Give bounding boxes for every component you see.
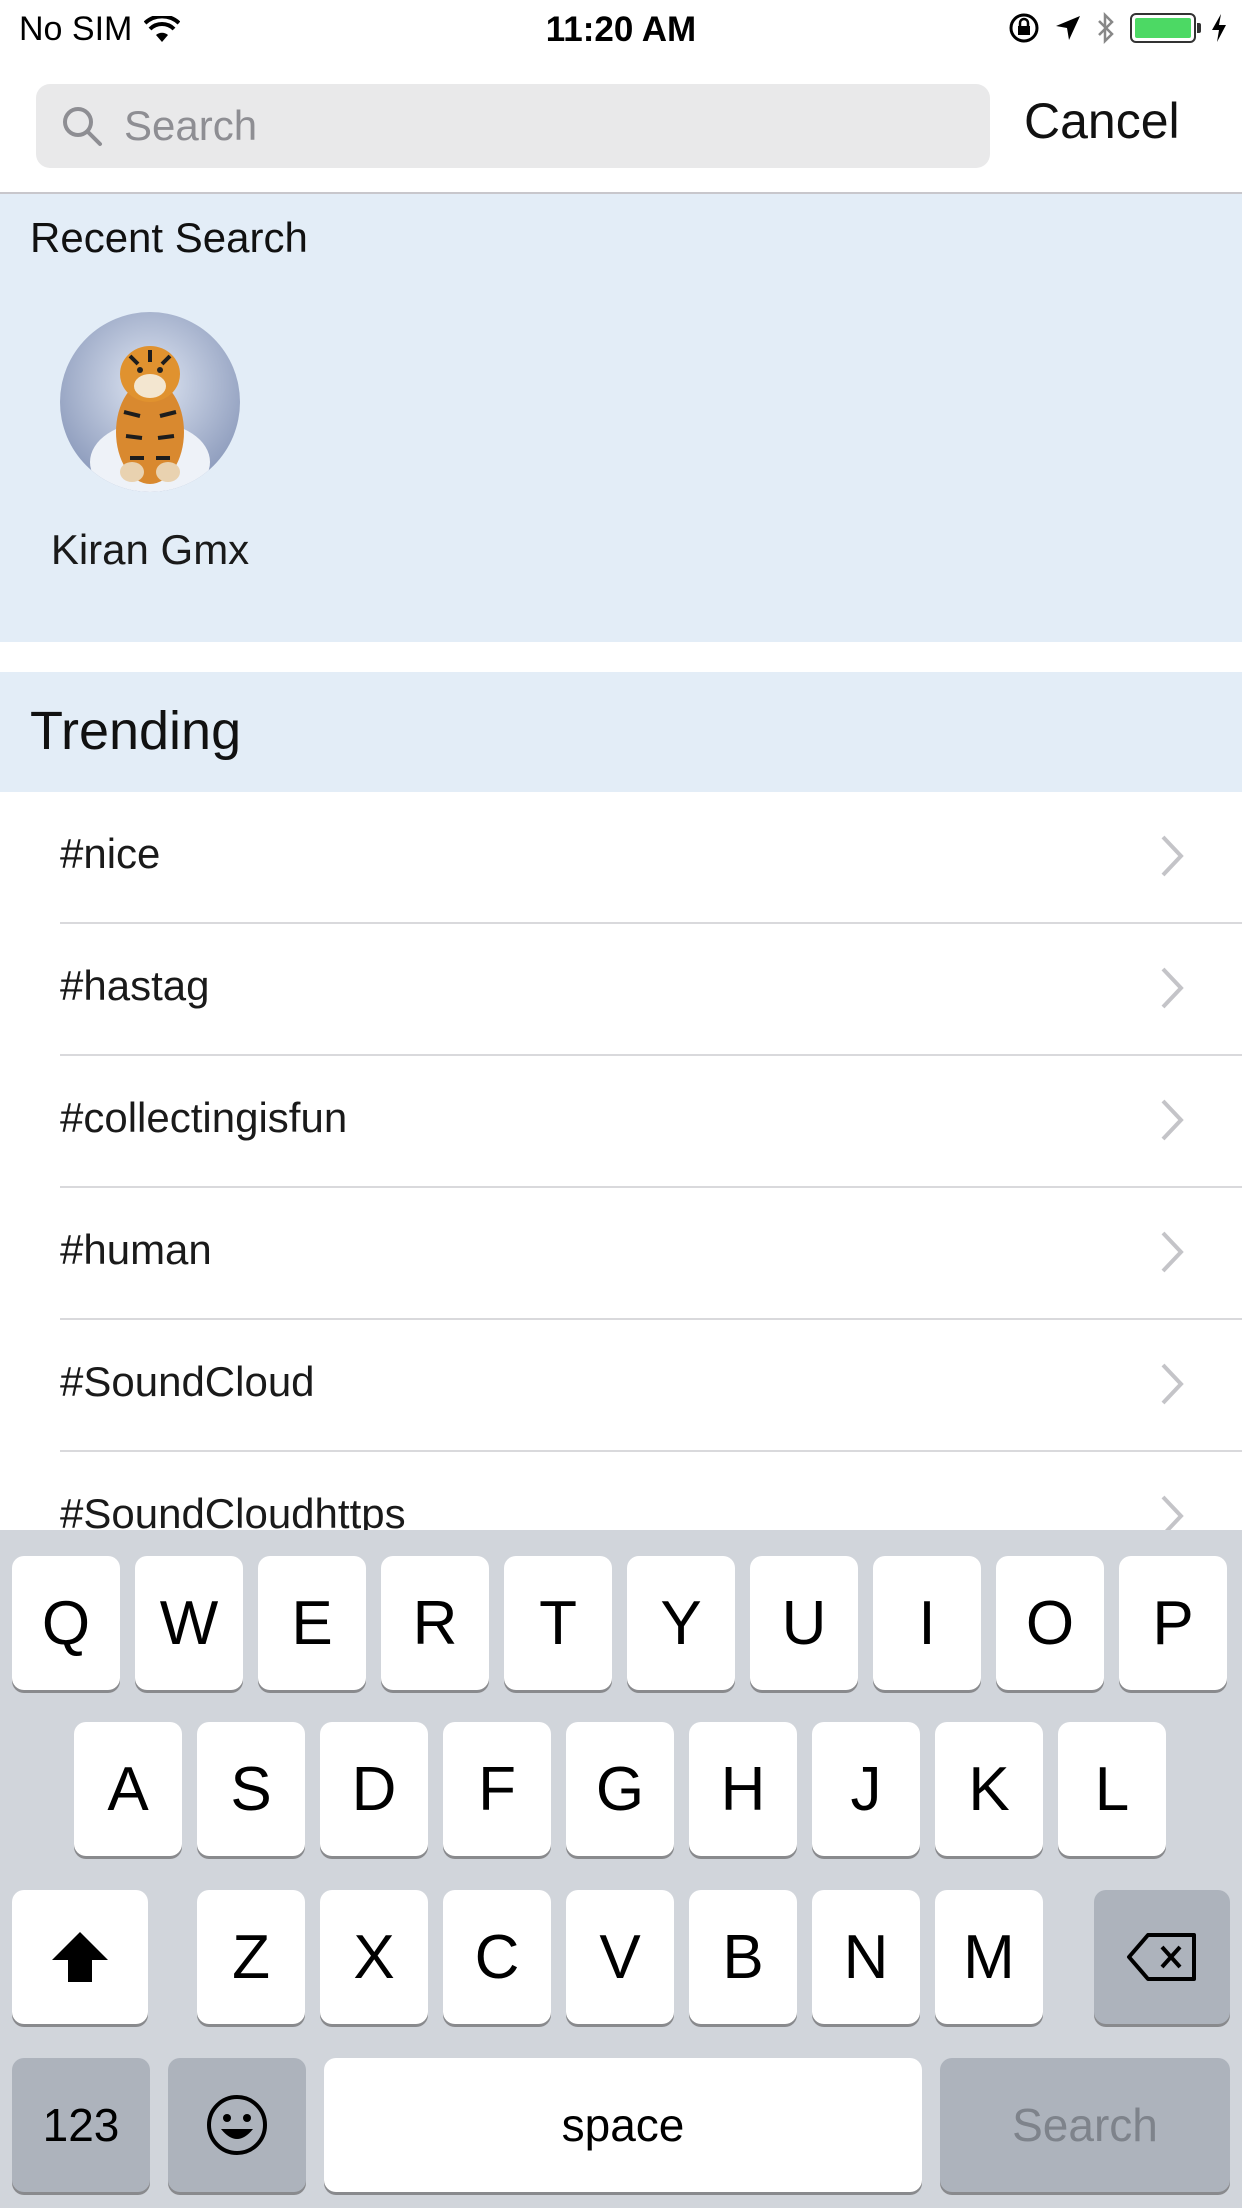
chevron-right-icon: [1161, 967, 1184, 1009]
search-return-key[interactable]: Search: [940, 2058, 1230, 2192]
key-s[interactable]: S: [197, 1722, 305, 1856]
chevron-right-icon: [1161, 1363, 1184, 1405]
key-f[interactable]: F: [443, 1722, 551, 1856]
backspace-key[interactable]: [1094, 1890, 1230, 2024]
list-item[interactable]: #hastag: [0, 924, 1242, 1056]
list-item[interactable]: #human: [0, 1188, 1242, 1320]
space-key[interactable]: space: [324, 2058, 922, 2192]
recent-search-title: Recent Search: [30, 214, 308, 261]
hashtag-label: #nice: [60, 830, 161, 877]
key-z[interactable]: Z: [197, 1890, 305, 2024]
key-l[interactable]: L: [1058, 1722, 1166, 1856]
key-v[interactable]: V: [566, 1890, 674, 2024]
key-n[interactable]: N: [812, 1890, 920, 2024]
list-item[interactable]: #nice: [0, 792, 1242, 924]
trending-header: Trending: [0, 672, 1242, 792]
key-d[interactable]: D: [320, 1722, 428, 1856]
list-item[interactable]: #collectingisfun: [0, 1056, 1242, 1188]
backspace-icon: [1127, 1933, 1196, 1981]
key-b[interactable]: B: [689, 1890, 797, 2024]
key-u[interactable]: U: [750, 1556, 858, 1690]
key-g[interactable]: G: [566, 1722, 674, 1856]
hashtag-label: #SoundCloud: [60, 1358, 315, 1405]
hashtag-label: #hastag: [60, 962, 210, 1009]
search-input[interactable]: [124, 84, 964, 168]
key-y[interactable]: Y: [627, 1556, 735, 1690]
cancel-button[interactable]: Cancel: [1024, 92, 1180, 150]
recent-search-name: Kiran Gmx: [50, 526, 250, 573]
avatar[interactable]: [60, 312, 240, 492]
bluetooth-icon: [1098, 12, 1114, 44]
orientation-lock-icon: [1009, 13, 1039, 43]
chevron-right-icon: [1161, 1231, 1184, 1273]
chevron-right-icon: [1161, 1099, 1184, 1141]
key-x[interactable]: X: [320, 1890, 428, 2024]
key-r[interactable]: R: [381, 1556, 489, 1690]
key-q[interactable]: Q: [12, 1556, 120, 1690]
key-w[interactable]: W: [135, 1556, 243, 1690]
charging-icon: [1212, 14, 1226, 42]
search-bar[interactable]: [36, 84, 990, 168]
recent-search-section: Recent Search Kiran Gmx: [0, 194, 1242, 642]
key-i[interactable]: I: [873, 1556, 981, 1690]
shift-icon: [52, 1932, 108, 1982]
key-j[interactable]: J: [812, 1722, 920, 1856]
key-c[interactable]: C: [443, 1890, 551, 2024]
numbers-key[interactable]: 123: [12, 2058, 150, 2192]
emoji-icon: [207, 2095, 267, 2155]
key-a[interactable]: A: [74, 1722, 182, 1856]
key-m[interactable]: M: [935, 1890, 1043, 2024]
key-p[interactable]: P: [1119, 1556, 1227, 1690]
trending-title: Trending: [30, 701, 242, 761]
tiger-avatar-image: [60, 312, 240, 492]
search-icon: [63, 107, 102, 146]
shift-key[interactable]: [12, 1890, 148, 2024]
key-h[interactable]: H: [689, 1722, 797, 1856]
location-icon: [1056, 16, 1080, 40]
key-k[interactable]: K: [935, 1722, 1043, 1856]
recent-search-user[interactable]: Kiran Gmx: [30, 312, 270, 574]
emoji-key[interactable]: [168, 2058, 306, 2192]
trending-list: #nice #hastag #collectingisfun #human #S…: [0, 792, 1242, 1584]
battery-icon: [1130, 13, 1201, 43]
keyboard: Q W E R T Y U I O P A S D F G H J K L Z …: [0, 1530, 1242, 2208]
chevron-right-icon: [1161, 835, 1184, 877]
key-t[interactable]: T: [504, 1556, 612, 1690]
list-item[interactable]: #SoundCloud: [0, 1320, 1242, 1452]
hashtag-label: #collectingisfun: [60, 1094, 348, 1141]
battery-fill: [1135, 18, 1191, 38]
key-e[interactable]: E: [258, 1556, 366, 1690]
hashtag-label: #human: [60, 1226, 212, 1273]
status-bar: No SIM 11:20 AM: [0, 0, 1242, 62]
key-o[interactable]: O: [996, 1556, 1104, 1690]
status-right: [1008, 12, 1228, 44]
